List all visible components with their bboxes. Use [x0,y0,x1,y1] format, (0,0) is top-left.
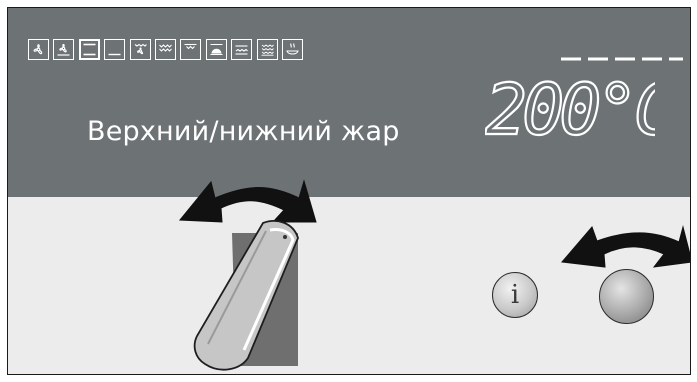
temperature-readout: 200°C [485,76,655,142]
centre-grill-icon [180,39,202,60]
pizza-setting-icon [53,39,75,60]
top-bottom-heating-icon [78,39,100,60]
temperature-selector-knob[interactable] [599,269,654,324]
svg-text:200°C: 200°C [485,76,655,142]
info-button[interactable]: i [492,272,538,318]
operating-mode-label: Верхний/нижний жар [87,116,400,147]
bottom-heat-icon [104,39,126,60]
temperature-dashes [561,57,683,61]
3d-hot-air-icon [28,39,49,60]
oven-control-panel: Верхний/нижний жар 200°C i [7,7,691,375]
rotate-arrow-right-icon [561,225,690,268]
plate-warming-icon [281,39,303,60]
oven-display: Верхний/нижний жар 200°C [8,8,690,197]
intensive-heat-icon [231,39,253,60]
operating-mode-icons [28,39,303,60]
full-width-grill-icon [154,39,176,60]
defrost-icon [205,39,227,60]
hot-air-grilling-icon [129,39,151,60]
info-button-label: i [510,280,520,310]
eco-heat-icon [256,39,278,60]
